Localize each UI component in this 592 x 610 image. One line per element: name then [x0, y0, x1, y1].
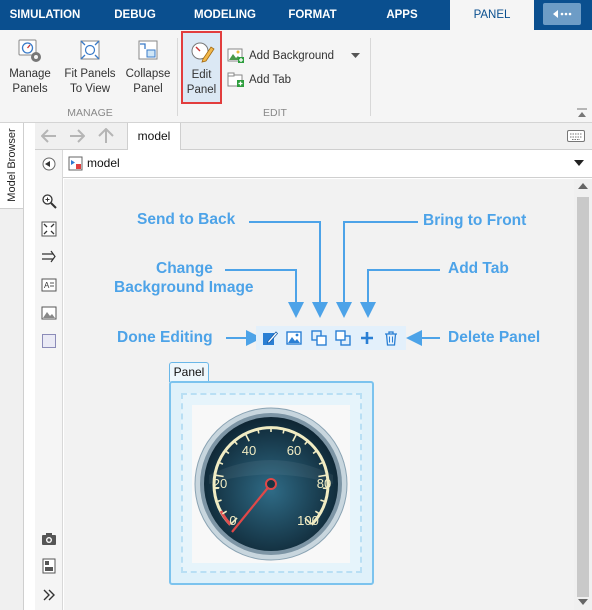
fit-panels-icon — [80, 40, 100, 60]
tab-model[interactable]: model — [127, 123, 181, 150]
tab-debug[interactable]: DEBUG — [100, 0, 170, 30]
image-icon[interactable] — [41, 305, 57, 321]
ribbon-separator — [370, 38, 371, 116]
address-path: model — [87, 156, 120, 170]
gauge-hub — [265, 478, 277, 490]
add-tab-label: Add Tab — [249, 74, 291, 86]
collapse-toolstrip-button[interactable] — [543, 3, 581, 25]
add-tab-annotation: Add Tab — [448, 260, 509, 277]
manage-panels-label-2: Panels — [12, 83, 48, 95]
vertical-scrollbar[interactable] — [574, 179, 592, 610]
gauge-tick — [282, 428, 286, 434]
add-tab-icon — [227, 72, 244, 87]
bring-to-front-icon[interactable] — [335, 330, 351, 346]
hide-show-explorer-icon[interactable] — [41, 156, 57, 172]
keyboard-icon[interactable] — [567, 130, 585, 142]
panel-edit-toolbar — [256, 326, 406, 350]
gauge-tick-label: 0 — [229, 513, 236, 528]
gauge-tick-label: 20 — [213, 476, 227, 491]
double-chevron-right-icon[interactable] — [41, 587, 57, 603]
toolstrip-menu-icon — [553, 10, 572, 18]
ribbon: Manage Panels Fit Panels To View Collaps… — [0, 30, 592, 123]
scroll-thumb[interactable] — [577, 197, 589, 597]
model-browser-label: Model Browser — [6, 128, 18, 202]
add-background-icon — [227, 48, 244, 63]
navigation-bar: model — [35, 123, 592, 150]
change-background-annotation-line1: Change — [156, 260, 213, 277]
edit-panel-button[interactable]: Edit Panel — [181, 31, 222, 104]
collapse-panel-icon — [138, 40, 158, 60]
edit-panel-label-2: Panel — [186, 84, 217, 96]
gauge-tick-label: 100 — [297, 513, 319, 528]
bring-to-front-annotation: Bring to Front — [423, 212, 527, 229]
manage-panels-button[interactable]: Manage Panels — [4, 38, 56, 97]
model-browser-tab[interactable]: Model Browser — [0, 123, 24, 209]
annotation-icon[interactable]: A — [41, 277, 57, 293]
collapse-ribbon-icon[interactable] — [576, 108, 588, 118]
send-to-back-annotation: Send to Back — [137, 211, 236, 228]
manage-panels-icon — [18, 39, 41, 62]
add-tab-plus-icon[interactable] — [359, 330, 375, 346]
scroll-up-icon[interactable] — [578, 183, 588, 190]
address-bar[interactable]: model — [63, 150, 592, 178]
gauge-tick-label: 40 — [242, 443, 256, 458]
add-background-label: Add Background — [249, 50, 335, 62]
up-arrow-icon[interactable] — [98, 128, 114, 144]
tab-panel[interactable]: PANEL — [450, 0, 534, 30]
forward-arrow-icon[interactable] — [69, 129, 85, 143]
gauge-tick — [256, 428, 260, 434]
chevron-down-icon[interactable] — [351, 53, 360, 59]
edit-panel-icon — [191, 42, 215, 63]
arrow-right-icon[interactable] — [41, 249, 57, 265]
gauge-tick-label: 60 — [287, 443, 301, 458]
ribbon-separator — [177, 38, 178, 116]
fit-panels-label-1: Fit Panels — [64, 68, 116, 80]
fit-panels-label-2: To View — [69, 83, 111, 95]
tab-apps[interactable]: APPS — [372, 0, 432, 30]
camera-icon[interactable] — [41, 531, 57, 547]
gauge[interactable]: 0 20 40 60 80 100 — [192, 405, 350, 563]
fit-to-view-icon[interactable] — [41, 221, 57, 237]
tab-format[interactable]: FORMAT — [280, 0, 345, 30]
model-browser-strip: Model Browser — [0, 123, 24, 610]
fit-panels-button[interactable]: Fit Panels To View — [62, 38, 118, 97]
panel-tab-label[interactable]: Panel — [169, 362, 209, 382]
tab-simulation[interactable]: SIMULATION — [0, 0, 90, 30]
manage-group-label: MANAGE — [67, 107, 113, 119]
gauge-tick-label: 80 — [317, 476, 331, 491]
model-hierarchy-icon[interactable] — [41, 558, 57, 574]
delete-panel-annotation: Delete Panel — [448, 329, 541, 346]
back-arrow-icon[interactable] — [41, 129, 57, 143]
collapse-panel-label-2: Panel — [133, 83, 163, 95]
add-tab-button[interactable]: Add Tab — [227, 70, 317, 90]
delete-panel-icon[interactable] — [383, 330, 399, 346]
collapse-panel-button[interactable]: Collapse Panel — [122, 38, 174, 97]
change-background-annotation-line2: Background Image — [114, 279, 254, 296]
model-icon — [68, 156, 83, 171]
svg-text:A: A — [44, 281, 50, 290]
edit-panel-label-1: Edit — [191, 69, 212, 81]
canvas-tool-palette: A — [35, 150, 63, 610]
tab-modeling[interactable]: MODELING — [185, 0, 265, 30]
scroll-down-icon[interactable] — [578, 599, 588, 606]
change-background-icon[interactable] — [286, 330, 302, 346]
panel[interactable]: 0 20 40 60 80 100 — [169, 381, 374, 585]
send-to-back-icon[interactable] — [311, 330, 327, 346]
zoom-in-icon[interactable] — [41, 193, 57, 209]
collapse-panel-label-1: Collapse — [125, 68, 171, 80]
edit-group-label: EDIT — [263, 107, 287, 119]
toolstrip-tabs: SIMULATION DEBUG MODELING FORMAT APPS PA… — [0, 0, 592, 30]
area-icon[interactable] — [41, 333, 57, 349]
chevron-down-icon[interactable] — [574, 160, 584, 167]
manage-panels-label-1: Manage — [9, 68, 51, 80]
done-editing-icon[interactable] — [262, 330, 278, 346]
done-editing-annotation: Done Editing — [117, 329, 213, 346]
add-background-button[interactable]: Add Background — [227, 46, 367, 66]
